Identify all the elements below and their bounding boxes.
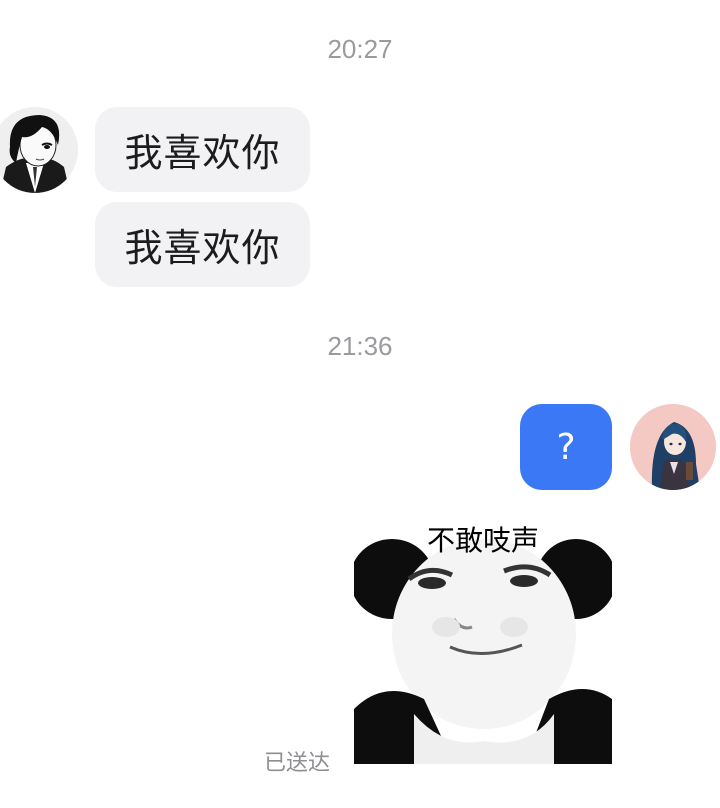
anime-girl-avatar-icon	[630, 404, 716, 490]
sticker-caption: 不敢吱声	[426, 524, 539, 557]
manga-character-avatar-icon	[0, 107, 78, 193]
incoming-message-bubble[interactable]: 我喜欢你	[95, 202, 310, 287]
timestamp: 20:27	[327, 34, 393, 64]
timestamp: 21:36	[327, 331, 393, 361]
sticker-message[interactable]: 不敢吱声	[354, 509, 612, 764]
delivery-status: 已送达	[264, 751, 331, 776]
incoming-message-bubble[interactable]: 我喜欢你	[95, 107, 310, 192]
contact-avatar[interactable]	[0, 107, 78, 193]
outgoing-message-bubble[interactable]: ?	[520, 404, 612, 490]
user-avatar[interactable]	[630, 404, 716, 490]
